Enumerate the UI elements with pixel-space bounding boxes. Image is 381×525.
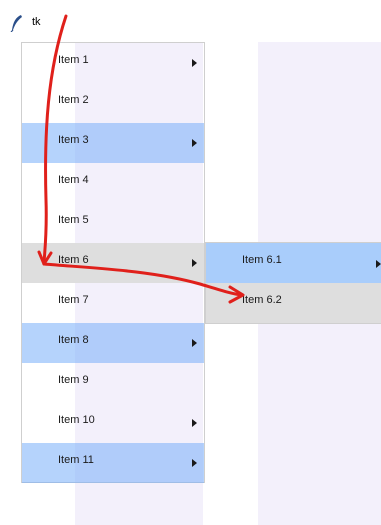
menu-item-7[interactable]: Item 7 xyxy=(22,283,204,323)
menu-item-label: Item 9 xyxy=(58,374,89,386)
submenu-item-6-1[interactable]: Item 6.1 xyxy=(206,243,381,283)
submenu-arrow-icon xyxy=(192,419,197,427)
feather-icon xyxy=(10,15,22,32)
menu-item-2[interactable]: Item 2 xyxy=(22,83,204,123)
submenu-arrow-icon xyxy=(192,259,197,267)
title-bar: tk xyxy=(0,0,381,40)
menu-item-6[interactable]: Item 6 xyxy=(22,243,204,283)
menu-item-label: Item 4 xyxy=(58,174,89,186)
main-menu: Item 1 Item 2 Item 3 Item 4 Item 5 Item … xyxy=(21,42,205,483)
submenu-item-6-2[interactable]: Item 6.2 xyxy=(206,283,381,323)
menu-item-label: Item 6.2 xyxy=(242,294,282,306)
menu-item-label: Item 1 xyxy=(58,54,89,66)
menu-item-9[interactable]: Item 9 xyxy=(22,363,204,403)
menu-item-label: Item 11 xyxy=(58,454,94,466)
menu-item-4[interactable]: Item 4 xyxy=(22,163,204,203)
menu-item-5[interactable]: Item 5 xyxy=(22,203,204,243)
window-title: tk xyxy=(32,16,41,28)
submenu-arrow-icon xyxy=(192,339,197,347)
menu-item-label: Item 5 xyxy=(58,214,89,226)
menu-item-10[interactable]: Item 10 xyxy=(22,403,204,443)
menu-item-label: Item 2 xyxy=(58,94,89,106)
menu-item-11[interactable]: Item 11 xyxy=(22,443,204,483)
menu-item-label: Item 6.1 xyxy=(242,254,282,266)
submenu-arrow-icon xyxy=(192,139,197,147)
tk-window: tk Item 1 Item 2 Item 3 Item 4 Item 5 It… xyxy=(0,0,381,525)
menu-item-label: Item 6 xyxy=(58,254,89,266)
menu-item-label: Item 10 xyxy=(58,414,95,426)
submenu-arrow-icon xyxy=(192,459,197,467)
menu-item-label: Item 7 xyxy=(58,294,89,306)
menu-item-1[interactable]: Item 1 xyxy=(22,43,204,83)
menu-item-label: Item 3 xyxy=(58,134,89,146)
menu-item-8[interactable]: Item 8 xyxy=(22,323,204,363)
submenu-arrow-icon xyxy=(376,260,381,268)
menu-item-3[interactable]: Item 3 xyxy=(22,123,204,163)
menu-item-label: Item 8 xyxy=(58,334,89,346)
submenu-arrow-icon xyxy=(192,59,197,67)
submenu-item-6: Item 6.1 Item 6.2 xyxy=(205,242,381,324)
